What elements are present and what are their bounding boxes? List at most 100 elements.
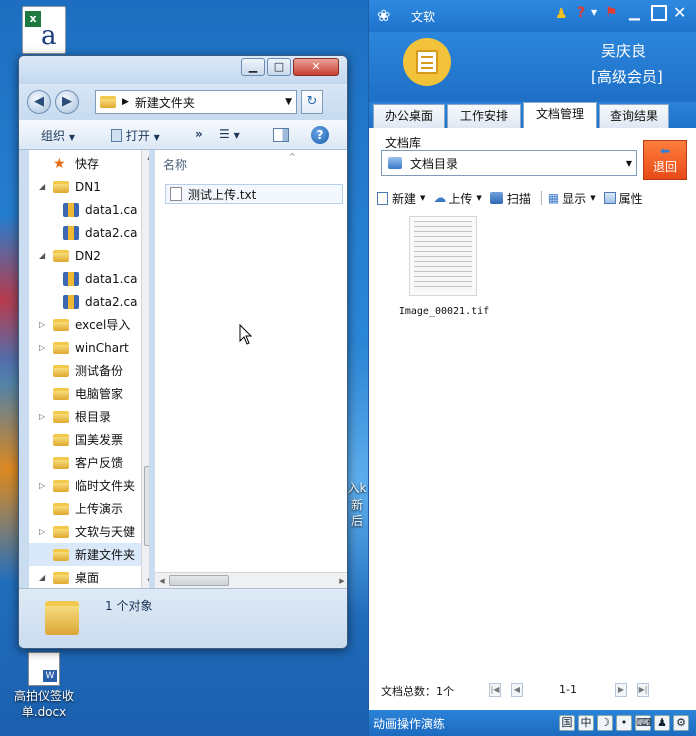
- explorer-window[interactable]: ▁ □ ✕ ◀ ▶ ▶ 新建文件夹 ▼ ↻ 组织 ▼ 打开 ▼ » ☰ ▼ ?: [18, 55, 348, 649]
- address-bar[interactable]: ▶ 新建文件夹 ▼: [95, 90, 297, 114]
- nav-item[interactable]: data1.ca: [29, 267, 147, 290]
- nav-item[interactable]: ★ 快存: [29, 152, 147, 175]
- display-button[interactable]: ▦ 显示 ▼: [548, 190, 596, 207]
- minimize-button[interactable]: ▁: [629, 6, 645, 22]
- moon-icon[interactable]: ☽: [597, 715, 613, 731]
- minimize-button[interactable]: ▁: [241, 58, 265, 76]
- nav-item[interactable]: 国美发票: [29, 428, 147, 451]
- nav-item-label: 新建文件夹: [75, 548, 136, 562]
- scroll-down-icon[interactable]: ▼: [143, 574, 149, 588]
- refresh-icon[interactable]: ↻: [301, 90, 323, 114]
- tab-document-management[interactable]: 文档管理: [523, 102, 597, 128]
- nav-item[interactable]: 上传演示: [29, 497, 147, 520]
- document-name[interactable]: Image_00021.tif: [389, 306, 499, 317]
- forward-button[interactable]: ▶: [55, 90, 79, 114]
- maximize-button[interactable]: □: [267, 58, 291, 76]
- expand-arrow-icon[interactable]: ▷: [39, 481, 49, 490]
- upload-label: 上传: [448, 191, 473, 206]
- person-icon[interactable]: ♟: [654, 715, 670, 731]
- nav-item[interactable]: data2.ca: [29, 221, 147, 244]
- nav-scrollbar[interactable]: ▲ ▼: [141, 150, 149, 588]
- view-menu[interactable]: ☰ ▼: [219, 127, 240, 141]
- tab-work-schedule[interactable]: 工作安排: [447, 104, 521, 128]
- first-page-button[interactable]: |◀: [489, 683, 501, 697]
- database-icon: [63, 271, 79, 286]
- new-button[interactable]: 新建 ▼: [377, 190, 425, 207]
- preview-pane-icon[interactable]: [273, 128, 289, 142]
- desktop-partial-label-2: 新后: [350, 498, 363, 528]
- docx-file-icon[interactable]: W: [28, 652, 60, 686]
- properties-button[interactable]: 属性: [603, 190, 643, 207]
- explorer-titlebar[interactable]: ▁ □ ✕: [19, 56, 347, 84]
- scroll-left-icon[interactable]: ◀: [155, 574, 169, 588]
- document-thumbnail[interactable]: [409, 216, 477, 296]
- nav-item[interactable]: ▷ 文软与天健: [29, 520, 147, 543]
- close-button[interactable]: ✕: [673, 3, 691, 22]
- pin-icon[interactable]: ⚑: [605, 5, 618, 21]
- last-page-button[interactable]: ▶|: [637, 683, 649, 697]
- next-page-button[interactable]: ▶: [615, 683, 627, 697]
- navigation-pane[interactable]: ★ 快存 ◢ DN1 data1.ca data2.ca ◢ DN2 data1.ca data2…: [29, 150, 149, 588]
- doc-library-select[interactable]: 文档目录 ▼: [381, 150, 637, 176]
- file-item[interactable]: 测试上传.txt: [165, 184, 343, 204]
- scan-button[interactable]: 扫描: [489, 190, 531, 207]
- back-return-label: 退回: [652, 160, 677, 174]
- dot-icon[interactable]: •: [616, 715, 632, 731]
- prev-page-button[interactable]: ◀: [511, 683, 523, 697]
- nav-item[interactable]: 新建文件夹: [29, 543, 147, 566]
- keyboard-icon[interactable]: ⌨: [635, 715, 652, 731]
- nav-item[interactable]: ▷ excel导入: [29, 313, 147, 336]
- docx-file-label[interactable]: 高拍仪签收 单.docx: [4, 688, 84, 720]
- nav-item[interactable]: data1.ca: [29, 198, 147, 221]
- tools-icon[interactable]: ⚙: [673, 715, 689, 731]
- nav-item[interactable]: ◢ DN2: [29, 244, 147, 267]
- demo-label[interactable]: 动画操作演练: [373, 715, 445, 732]
- address-dropdown-icon[interactable]: ▼: [285, 97, 292, 107]
- nav-item[interactable]: 客户反馈: [29, 451, 147, 474]
- wenruan-window[interactable]: ❀ 文软 ♟ ? ▼ ⚑ ▁ ✕ 吴庆良 [高级会员] 办公桌面 工作安排 文档…: [368, 0, 696, 736]
- nav-item[interactable]: ▷ 临时文件夹: [29, 474, 147, 497]
- ime-chinese-icon[interactable]: 中: [578, 715, 594, 731]
- close-button[interactable]: ✕: [293, 58, 339, 76]
- avatar[interactable]: [403, 38, 451, 86]
- expand-arrow-icon[interactable]: ▷: [39, 412, 49, 421]
- nav-item[interactable]: ◢ DN1: [29, 175, 147, 198]
- scroll-right-icon[interactable]: ▶: [335, 574, 347, 588]
- organize-menu[interactable]: 组织 ▼: [41, 127, 75, 144]
- maximize-button[interactable]: [651, 5, 667, 21]
- nav-item[interactable]: ▷ 根目录: [29, 405, 147, 428]
- file-list-pane[interactable]: 名称 ^ 测试上传.txt: [155, 150, 347, 588]
- user-icon[interactable]: ♟: [555, 6, 568, 22]
- open-menu[interactable]: 打开 ▼: [111, 127, 160, 144]
- ime-cn-icon[interactable]: 国: [559, 715, 575, 731]
- upload-button[interactable]: ☁ 上传 ▼: [433, 190, 481, 207]
- wenruan-titlebar[interactable]: ❀ 文软 ♟ ? ▼ ⚑ ▁ ✕: [369, 0, 696, 32]
- back-button[interactable]: ◀: [27, 90, 51, 114]
- expand-arrow-icon[interactable]: ▷: [39, 320, 49, 329]
- expand-arrow-icon[interactable]: ◢: [39, 251, 49, 260]
- tab-office-desk[interactable]: 办公桌面: [373, 104, 445, 128]
- tab-query-results[interactable]: 查询结果: [599, 104, 669, 128]
- expand-arrow-icon[interactable]: ◢: [39, 182, 49, 191]
- content-hscrollbar[interactable]: ◀ ▶: [155, 572, 347, 588]
- nav-item[interactable]: ▷ winChart: [29, 336, 147, 359]
- help-dropdown-icon[interactable]: ▼: [591, 8, 597, 17]
- expand-arrow-icon[interactable]: ▷: [39, 343, 49, 352]
- help-icon[interactable]: ?: [577, 5, 585, 21]
- expand-arrow-icon[interactable]: ▷: [39, 527, 49, 536]
- help-icon[interactable]: ?: [311, 126, 329, 144]
- nav-item[interactable]: data2.ca: [29, 290, 147, 313]
- scroll-up-icon[interactable]: ▲: [143, 150, 149, 164]
- more-commands-button[interactable]: »: [195, 127, 203, 141]
- nav-item[interactable]: ◢ 桌面: [29, 566, 147, 588]
- display-label: 显示: [562, 191, 587, 206]
- nav-item[interactable]: 电脑管家: [29, 382, 147, 405]
- column-header-name[interactable]: 名称 ^: [163, 152, 347, 174]
- desktop-document-icon[interactable]: x a: [22, 6, 66, 54]
- back-return-button[interactable]: ⬅ 退回: [643, 140, 687, 180]
- h-scroll-thumb[interactable]: [169, 575, 229, 586]
- nav-item-label: 测试备份: [75, 364, 124, 378]
- nav-scroll-thumb[interactable]: [144, 466, 149, 546]
- expand-arrow-icon[interactable]: ◢: [39, 573, 49, 582]
- nav-item[interactable]: 测试备份: [29, 359, 147, 382]
